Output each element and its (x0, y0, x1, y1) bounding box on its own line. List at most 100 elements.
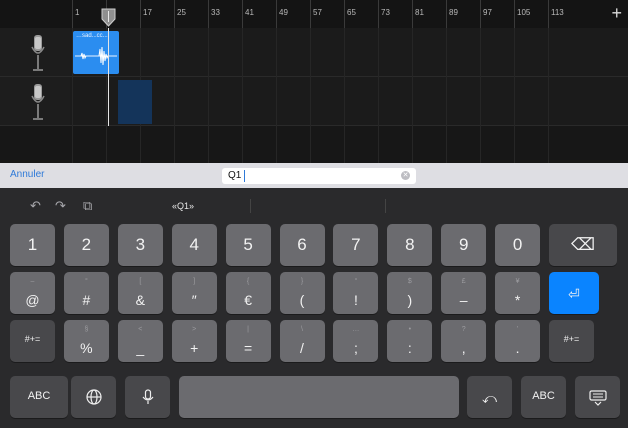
key-char[interactable]: 8 (387, 224, 433, 266)
ruler-bar-label: 65 (347, 8, 356, 17)
track-header-1[interactable] (0, 28, 70, 77)
waveform-icon (75, 46, 117, 66)
grid-line (548, 28, 549, 163)
key-secondary-label: – (30, 278, 35, 285)
ruler-bar-label: 57 (313, 8, 322, 17)
backspace-key[interactable]: ⌫ (549, 224, 617, 266)
dictation-mic-icon (142, 389, 153, 404)
cancel-button[interactable]: Annuler (10, 169, 44, 180)
ruler-tick (242, 0, 243, 28)
ruler-tick (480, 0, 481, 28)
key-char[interactable]: 4 (171, 224, 217, 266)
key-char[interactable]: < _ (117, 320, 163, 362)
microphone-icon (31, 35, 45, 71)
key-secondary-label: | (247, 326, 249, 333)
key-char[interactable]: > + (171, 320, 217, 362)
key-char[interactable]: {€ (225, 272, 271, 314)
track-header-2[interactable] (0, 77, 70, 126)
key-char[interactable]: \ / (279, 320, 325, 362)
key-more-symbols[interactable]: #+= (10, 320, 55, 362)
key-char[interactable]: •: (387, 320, 433, 362)
key-char[interactable]: }( (279, 272, 325, 314)
paste-icon[interactable]: ⧉ (83, 198, 92, 214)
key-label: . (515, 340, 520, 356)
key-char[interactable]: 1 (10, 224, 55, 266)
key-char[interactable]: 5 (225, 224, 271, 266)
key-secondary-label: ’ (516, 326, 519, 333)
key-label: 0 (512, 235, 523, 254)
key-char[interactable]: ° # (63, 272, 109, 314)
key-char[interactable]: £ – (441, 272, 487, 314)
key-secondary-label: ¥ (515, 278, 520, 285)
selection-region (118, 80, 152, 124)
hide-keyboard-key[interactable] (575, 376, 620, 418)
key-secondary-label: \ (301, 326, 303, 333)
key-char[interactable]: $) (387, 272, 433, 314)
key-char[interactable]: 6 (279, 224, 325, 266)
backspace-icon: ⌫ (570, 235, 596, 254)
ruler-bar-label: 105 (517, 8, 531, 17)
redo-icon[interactable]: ↷ (55, 198, 66, 214)
microphone-icon (31, 84, 45, 120)
key-secondary-label: • (408, 326, 412, 333)
track-lane-1[interactable] (70, 28, 628, 77)
return-key[interactable]: ⏎ (549, 272, 599, 314)
key-char[interactable]: …; (333, 320, 379, 362)
key-label: – (459, 292, 468, 308)
ruler-tick (208, 0, 209, 28)
ruler-bar-label: 25 (177, 8, 186, 17)
key-char[interactable]: 3 (117, 224, 163, 266)
clear-icon[interactable]: ✕ (401, 171, 410, 180)
undo-key[interactable]: ⤺ (467, 376, 512, 418)
key-label: # (82, 292, 91, 308)
key-char[interactable]: ’. (495, 320, 541, 362)
undo-icon[interactable]: ↶ (30, 198, 41, 214)
key-label: #+= (563, 334, 580, 344)
abc-key-left[interactable]: ABC (10, 376, 68, 418)
key-char[interactable]: ?, (441, 320, 487, 362)
audio-clip[interactable]: …sad...cc... (73, 31, 119, 74)
ruler-tick (174, 0, 175, 28)
timeline-ruler[interactable]: 191725334149576573818997105113+ (0, 0, 628, 28)
key-char[interactable]: 9 (441, 224, 487, 266)
abc-key-right[interactable]: ABC (521, 376, 566, 418)
globe-key[interactable] (71, 376, 116, 418)
key-char[interactable]: 2 (63, 224, 109, 266)
track-lane-2[interactable] (70, 77, 628, 126)
space-key[interactable] (179, 376, 459, 418)
grid-line (310, 28, 311, 163)
add-section-button[interactable]: + (611, 4, 622, 22)
ruler-bar-label: 89 (449, 8, 458, 17)
ruler-bar-label: 17 (143, 8, 152, 17)
key-char[interactable]: 7 (333, 224, 379, 266)
key-secondary-label: { (246, 278, 250, 285)
clip-name: …sad...cc... (76, 33, 108, 39)
key-label: ⤺ (482, 390, 497, 406)
rename-bar: Annuler Q1 ✕ (0, 163, 628, 188)
key-secondary-label: ] (193, 278, 196, 285)
name-input[interactable]: Q1 ✕ (222, 168, 416, 184)
key-char[interactable]: | = (225, 320, 271, 362)
key-label: @ (25, 292, 40, 308)
dictation-key[interactable] (125, 376, 170, 418)
key-label: 3 (135, 235, 146, 254)
key-char[interactable]: 0 (495, 224, 541, 266)
key-char[interactable]: ¥ * (495, 272, 541, 314)
suggestion-divider (385, 199, 386, 213)
playhead-handle[interactable] (101, 8, 116, 27)
empty-track-area[interactable] (0, 126, 628, 163)
key-label: : (407, 340, 412, 356)
key-char[interactable]: ] ″ (171, 272, 217, 314)
key-char[interactable]: “! (333, 272, 379, 314)
suggestion-divider (250, 199, 251, 213)
key-label: ABC (532, 390, 555, 402)
key-char[interactable]: [& (117, 272, 163, 314)
key-label: 7 (351, 235, 361, 254)
key-label: 2 (81, 235, 92, 254)
key-label: ! (353, 292, 358, 308)
key-char[interactable]: – @ (10, 272, 55, 314)
suggestion-text[interactable]: «Q1» (172, 201, 194, 211)
key-label: & (135, 292, 145, 308)
key-more-symbols[interactable]: #+= (549, 320, 594, 362)
key-char[interactable]: §% (63, 320, 109, 362)
